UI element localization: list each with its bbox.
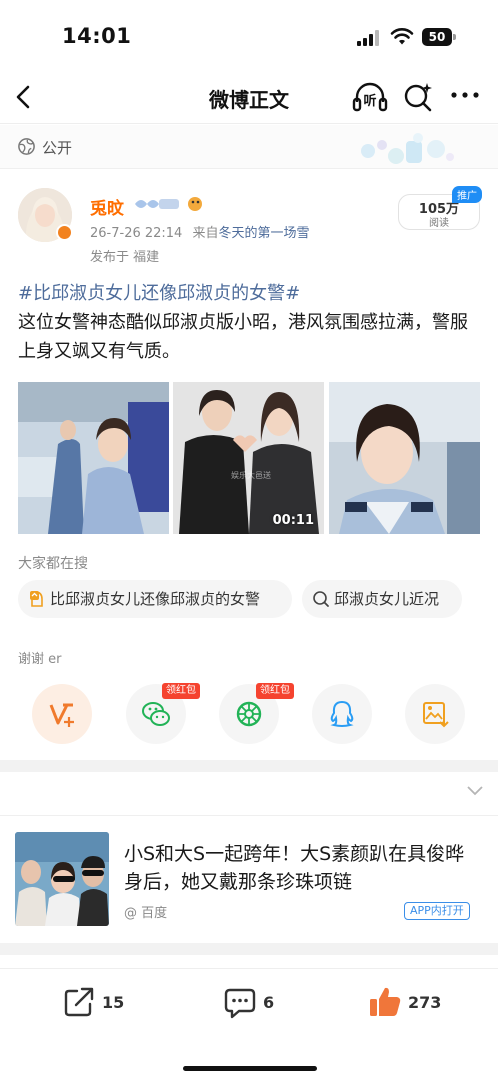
comment-button[interactable]: 6	[223, 985, 293, 1021]
post-hashtag[interactable]: #比邱淑贞女儿还像邱淑贞的女警#	[18, 279, 480, 308]
hot-search-icon	[30, 591, 43, 607]
media-image-1[interactable]	[18, 382, 169, 534]
visibility-label: 公开	[42, 139, 73, 157]
section-divider	[0, 943, 498, 955]
news-card[interactable]: 小S和大S一起跨年！大S素颜趴在具俊晔身后，她又戴那条珍珠项链 @ 百度 APP…	[0, 830, 498, 940]
vip-share-button[interactable]	[32, 684, 92, 744]
news-title: 小S和大S一起跨年！大S素颜趴在具俊晔身后，她又戴那条珍珠项链	[124, 843, 465, 893]
post-location: 发布于 福建	[90, 250, 160, 265]
thumbs-up-icon	[370, 987, 401, 1016]
qq-share-button[interactable]	[312, 684, 372, 744]
save-image-icon	[423, 702, 449, 728]
comment-count: 6	[263, 993, 275, 1012]
trending-search-text-1: 比邱淑贞女儿还像邱淑贞的女警	[50, 590, 261, 608]
battery-icon: 50	[422, 28, 456, 46]
like-button[interactable]: 273	[368, 985, 458, 1021]
author-name[interactable]: 兎旼	[90, 194, 124, 219]
more-dots-icon[interactable]	[450, 88, 480, 102]
video-duration: 00:11	[272, 513, 314, 528]
trending-search-text-2: 邱淑贞女儿近况	[334, 590, 440, 608]
trending-search-chip-1[interactable]: 比邱淑贞女儿还像邱淑贞的女警	[18, 580, 292, 618]
trending-search-title: 大家都在搜	[18, 556, 88, 572]
user-badges-icon	[135, 197, 202, 211]
post-timestamp: 26-7-26 22:14	[90, 226, 183, 241]
moments-redpacket-tag: 领红包	[256, 683, 294, 699]
post-text: 这位女警神态酷似邱淑贞版小昭，港风氛围感拉满，警服上身又飒又有气质。	[18, 312, 468, 362]
photo-icon	[18, 382, 169, 534]
video-thumbnail	[173, 382, 324, 534]
like-count: 273	[408, 993, 442, 1012]
nav-bar: 微博正文 听	[0, 70, 498, 124]
divider-line	[0, 815, 498, 816]
repost-count: 15	[102, 993, 125, 1012]
photo-icon	[329, 382, 480, 534]
battery-level: 50	[422, 28, 452, 46]
news-source: @ 百度	[124, 906, 168, 921]
status-time: 14:01	[62, 24, 132, 48]
post-source-link[interactable]: 冬天的第一场雪	[219, 226, 310, 241]
section-divider	[0, 760, 498, 772]
search-icon	[313, 591, 329, 607]
media-grid: 娱乐大邑送 00:11	[18, 382, 480, 534]
search-sparkle-icon[interactable]	[402, 81, 434, 113]
status-bar: 14:01 50	[0, 0, 498, 70]
comment-icon	[224, 988, 256, 1019]
post-meta: 26-7-26 22:14 来自冬天的第一场雪	[90, 222, 310, 241]
repost-button[interactable]: 15	[62, 985, 142, 1021]
thanks-label: 谢谢 er	[18, 652, 62, 667]
trending-search-chip-2[interactable]: 邱淑贞女儿近况	[302, 580, 462, 618]
vip-share-icon	[49, 703, 74, 727]
news-thumbnail	[15, 832, 109, 926]
globe-icon	[18, 138, 35, 155]
wifi-icon	[390, 28, 414, 45]
wechat-icon	[142, 702, 170, 726]
listen-button[interactable]: 听	[352, 80, 388, 114]
wechat-redpacket-tag: 领红包	[162, 683, 200, 699]
read-label: 阅读	[429, 218, 449, 229]
cellular-signal-icon	[357, 30, 381, 46]
post-body: #比邱淑贞女儿还像邱淑贞的女警# 这位女警神态酷似邱淑贞版小昭，港风氛围感拉满，…	[18, 279, 480, 366]
media-image-3[interactable]	[329, 382, 480, 534]
decoration-bubbles-icon	[361, 133, 454, 164]
listen-label: 听	[363, 94, 377, 109]
verified-badge-icon	[56, 224, 73, 241]
media-video[interactable]: 娱乐大邑送 00:11	[173, 382, 324, 534]
chevron-down-icon[interactable]	[466, 785, 484, 797]
promo-tag[interactable]: 推广	[452, 186, 482, 203]
home-indicator	[183, 1066, 317, 1071]
repost-icon	[64, 987, 94, 1017]
post-header: 兎旼 26-7-26 22:14 来自冬天的第一场雪 发布于 福建 105万 阅…	[0, 180, 498, 266]
bottom-action-bar: 15 6 273	[0, 968, 498, 1040]
qq-icon	[330, 700, 354, 727]
video-watermark: 娱乐大邑送	[231, 471, 271, 480]
visibility-bar: 公开	[0, 125, 498, 169]
save-image-button[interactable]	[405, 684, 465, 744]
app-open-tag[interactable]: APP内打开	[404, 902, 470, 920]
source-prefix: 来自	[192, 226, 219, 241]
moments-icon	[236, 701, 262, 727]
